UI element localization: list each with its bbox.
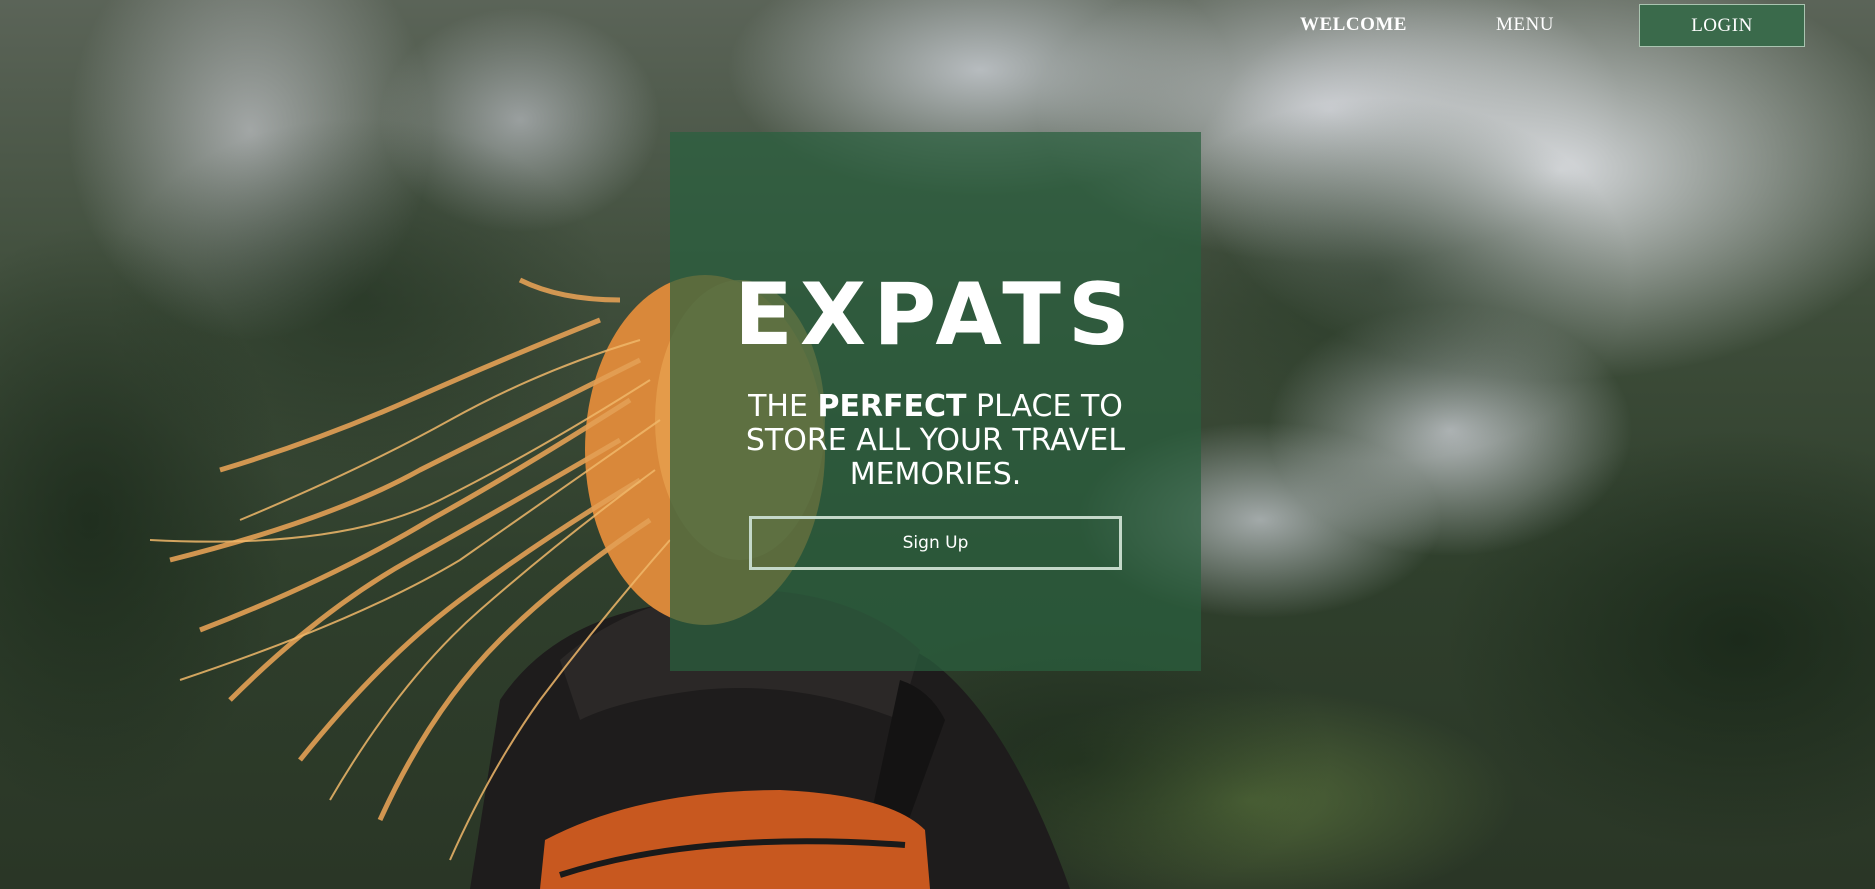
hero-card: EXPATS THE PERFECT PLACE TO STORE ALL YO… xyxy=(670,132,1201,671)
hero-tagline: THE PERFECT PLACE TO STORE ALL YOUR TRAV… xyxy=(730,390,1141,492)
tagline-prefix: THE xyxy=(748,389,818,424)
signup-button[interactable]: Sign Up xyxy=(749,516,1122,570)
nav-link-menu[interactable]: MENU xyxy=(1496,14,1554,36)
tagline-emphasis: PERFECT xyxy=(817,389,967,424)
nav-link-welcome[interactable]: WELCOME xyxy=(1300,14,1407,36)
hero-title: EXPATS xyxy=(734,264,1137,365)
login-button[interactable]: LOGIN xyxy=(1639,4,1805,47)
